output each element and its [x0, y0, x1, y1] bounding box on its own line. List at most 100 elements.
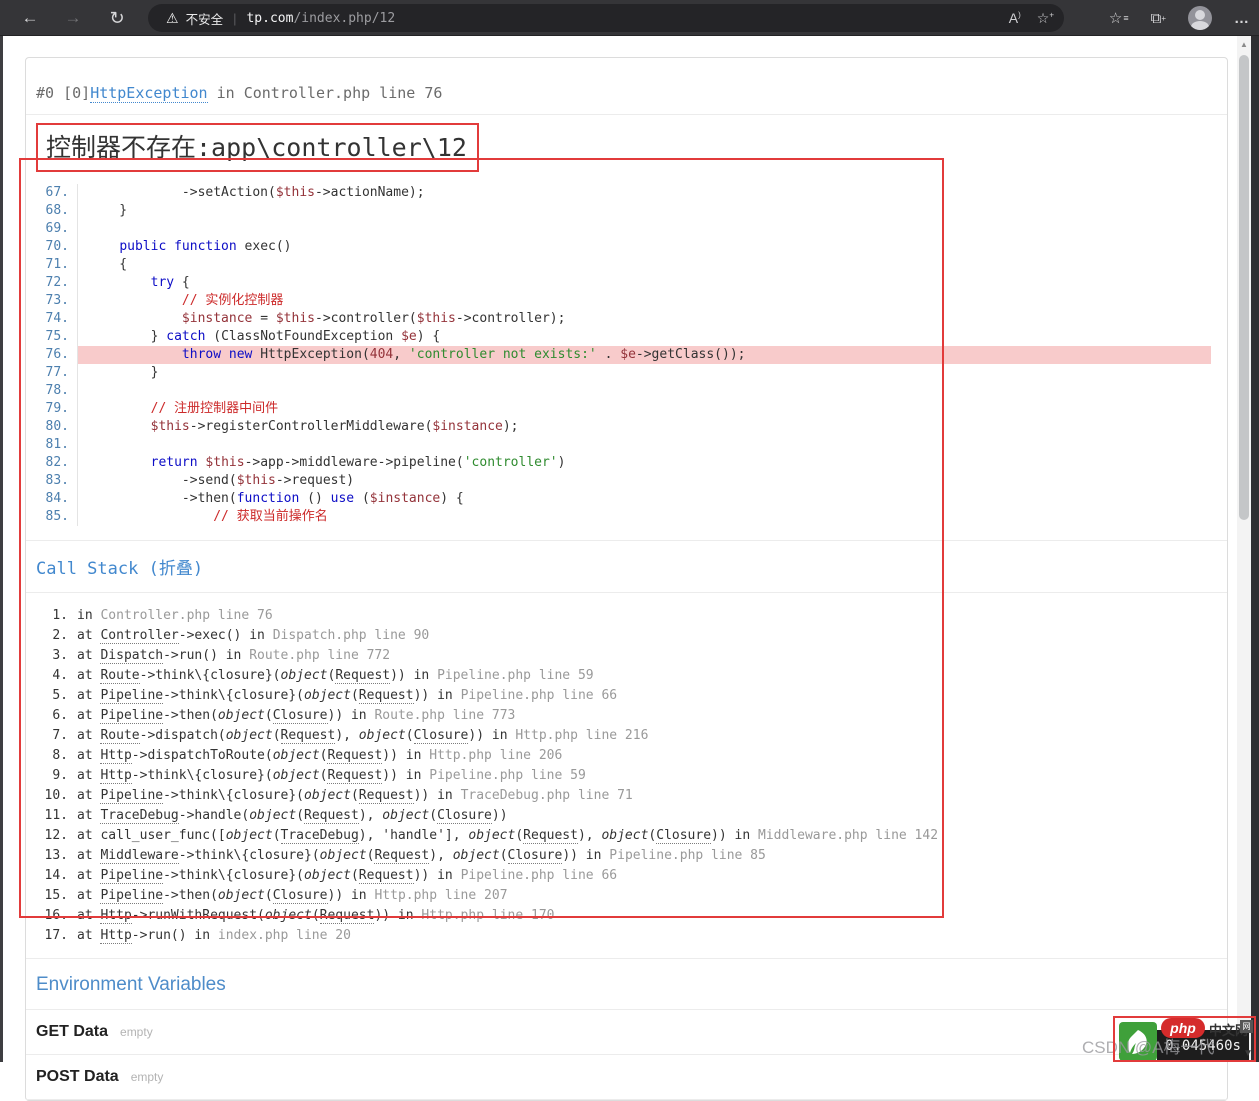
window-left-edge	[0, 36, 3, 1062]
address-bar[interactable]: ⚠ 不安全 | tp.com /index.php/12 A) ☆+	[148, 4, 1064, 32]
favorites-icon[interactable]: ☆ ≡	[1109, 9, 1129, 27]
code-line: 68. }	[26, 202, 1211, 220]
url-path[interactable]: /index.php/12	[293, 11, 395, 26]
stack-entry-number: 1.	[52, 608, 68, 623]
get-data-row: GET Data empty	[26, 1010, 1227, 1055]
stack-entry-number: 14.	[44, 868, 68, 883]
stack-entry-number: 11.	[44, 808, 68, 823]
stack-entry: 4. at Route->think\{closure}(object(Reque…	[36, 666, 1211, 686]
scrollbar-up-icon[interactable]: ▲	[1237, 40, 1251, 49]
code-line-number: 83.	[26, 472, 78, 490]
settings-more-icon[interactable]: …	[1234, 10, 1249, 27]
stack-entry: 7. at Route->dispatch(object(Request), ob…	[36, 726, 1211, 746]
code-line: 73. // 实例化控制器	[26, 292, 1211, 310]
stack-entry: 8. at Http->dispatchToRoute(object(Reques…	[36, 746, 1211, 766]
code-line: 78.	[26, 382, 1211, 400]
stack-entry-number: 7.	[52, 728, 68, 743]
refresh-icon[interactable]: ↻	[104, 5, 130, 31]
stack-entry-number: 6.	[52, 708, 68, 723]
code-line-number: 68.	[26, 202, 78, 220]
avatar-icon	[1188, 6, 1212, 30]
get-data-label: GET Data	[36, 1023, 109, 1040]
stack-entry: 1. in Controller.php line 76	[36, 606, 1211, 626]
url-host[interactable]: tp.com	[246, 11, 293, 26]
stack-entry-number: 2.	[52, 628, 68, 643]
code-line: 83. ->send($this->request)	[26, 472, 1211, 490]
csdn-watermark: CSDN @A梅一代	[1082, 1038, 1215, 1057]
code-line-number: 82.	[26, 454, 78, 472]
exception-container: #0 [0]HttpException in Controller.php li…	[25, 57, 1228, 1101]
read-aloud-icon[interactable]: A)	[1009, 10, 1021, 26]
stack-entry: 9. at Http->think\{closure}(object(Reques…	[36, 766, 1211, 786]
stack-entry-number: 16.	[44, 908, 68, 923]
php-cn-mini-icon: 网	[1240, 1020, 1253, 1033]
code-line: 70. public function exec()	[26, 238, 1211, 256]
stack-entry-number: 15.	[44, 888, 68, 903]
code-line-number: 71.	[26, 256, 78, 274]
code-line-number: 75.	[26, 328, 78, 346]
code-line: 76. throw new HttpException(404, 'contro…	[26, 346, 1211, 364]
code-line: 71. {	[26, 256, 1211, 274]
code-line-number: 84.	[26, 490, 78, 508]
code-line: 85. // 获取当前操作名	[26, 508, 1211, 526]
stack-entry: 10. at Pipeline->think\{closure}(object(R…	[36, 786, 1211, 806]
code-line: 81.	[26, 436, 1211, 454]
stack-entry: 12. at call_user_func([object(TraceDebug)…	[36, 826, 1211, 846]
stack-entry-number: 5.	[52, 688, 68, 703]
code-line-number: 78.	[26, 382, 78, 400]
scrollbar-thumb[interactable]	[1239, 55, 1249, 520]
stack-entry: 16. at Http->runWithRequest(object(Reques…	[36, 906, 1211, 926]
stack-entry: 15. at Pipeline->then(object(Closure)) in…	[36, 886, 1211, 906]
code-line-number: 69.	[26, 220, 78, 238]
code-line: 69.	[26, 220, 1211, 238]
code-line-number: 77.	[26, 364, 78, 382]
code-line: 79. // 注册控制器中间件	[26, 400, 1211, 418]
code-line: 67. ->setAction($this->actionName);	[26, 184, 1211, 202]
code-line-number: 72.	[26, 274, 78, 292]
forward-icon[interactable]: →	[60, 5, 86, 31]
profile-avatar[interactable]	[1188, 6, 1212, 30]
stack-entry-number: 12.	[44, 828, 68, 843]
code-line-number: 85.	[26, 508, 78, 526]
stack-entry: 13. at Middleware->think\{closure}(object…	[36, 846, 1211, 866]
browser-toolbar: ← → ↻ ⚠ 不安全 | tp.com /index.php/12 A) ☆+…	[0, 0, 1259, 36]
stack-entry: 17. at Http->run() in index.php line 20	[36, 926, 1211, 946]
call-stack-title[interactable]: Call Stack (折叠)	[26, 541, 1227, 593]
not-secure-label[interactable]: 不安全	[186, 9, 224, 28]
exception-class-link[interactable]: HttpException	[90, 84, 208, 103]
error-message-annotation-box: 控制器不存在:app\controller\12	[36, 123, 479, 172]
code-line: 75. } catch (ClassNotFoundException $e) …	[26, 328, 1211, 346]
get-data-empty-badge: empty	[120, 1025, 153, 1039]
not-secure-warning-icon: ⚠	[166, 9, 179, 26]
stack-entry-number: 4.	[52, 668, 68, 683]
post-data-empty-badge: empty	[130, 1070, 164, 1084]
trace-suffix: in Controller.php line 76	[207, 84, 443, 102]
stack-entry-number: 3.	[52, 648, 68, 663]
back-icon[interactable]: ←	[17, 5, 43, 31]
code-line-number: 67.	[26, 184, 78, 202]
code-line: 74. $instance = $this->controller($this-…	[26, 310, 1211, 328]
stack-entry-number: 10.	[44, 788, 68, 803]
code-line-number: 80.	[26, 418, 78, 436]
error-page: ▲ #0 [0]HttpException in Controller.php …	[0, 36, 1259, 1101]
code-line-number: 73.	[26, 292, 78, 310]
code-line: 80. $this->registerControllerMiddleware(…	[26, 418, 1211, 436]
widget-collapse-icon[interactable]: ▼	[1243, 1048, 1253, 1059]
code-line: 77. }	[26, 364, 1211, 382]
stack-entry-number: 13.	[44, 848, 68, 863]
stack-entry: 11. at TraceDebug->handle(object(Request)…	[36, 806, 1211, 826]
collections-icon[interactable]: ⧉ +	[1151, 10, 1166, 27]
stack-entry: 2. at Controller->exec() in Dispatch.php …	[36, 626, 1211, 646]
add-favorite-icon[interactable]: ☆+	[1037, 10, 1054, 27]
stack-entry: 14. at Pipeline->think\{closure}(object(R…	[36, 866, 1211, 886]
trace-prefix: #0 [0]	[36, 84, 91, 102]
code-line: 72. try {	[26, 274, 1211, 292]
code-line-number: 74.	[26, 310, 78, 328]
environment-variables-title[interactable]: Environment Variables	[26, 959, 1227, 1010]
code-line: 84. ->then(function () use ($instance) {	[26, 490, 1211, 508]
stack-entry: 6. at Pipeline->then(object(Closure)) in …	[36, 706, 1211, 726]
post-data-label: POST Data	[36, 1068, 119, 1085]
error-message-row: 控制器不存在:app\controller\12	[26, 115, 1227, 178]
code-line-number: 79.	[26, 400, 78, 418]
code-line-number: 76.	[26, 346, 78, 364]
